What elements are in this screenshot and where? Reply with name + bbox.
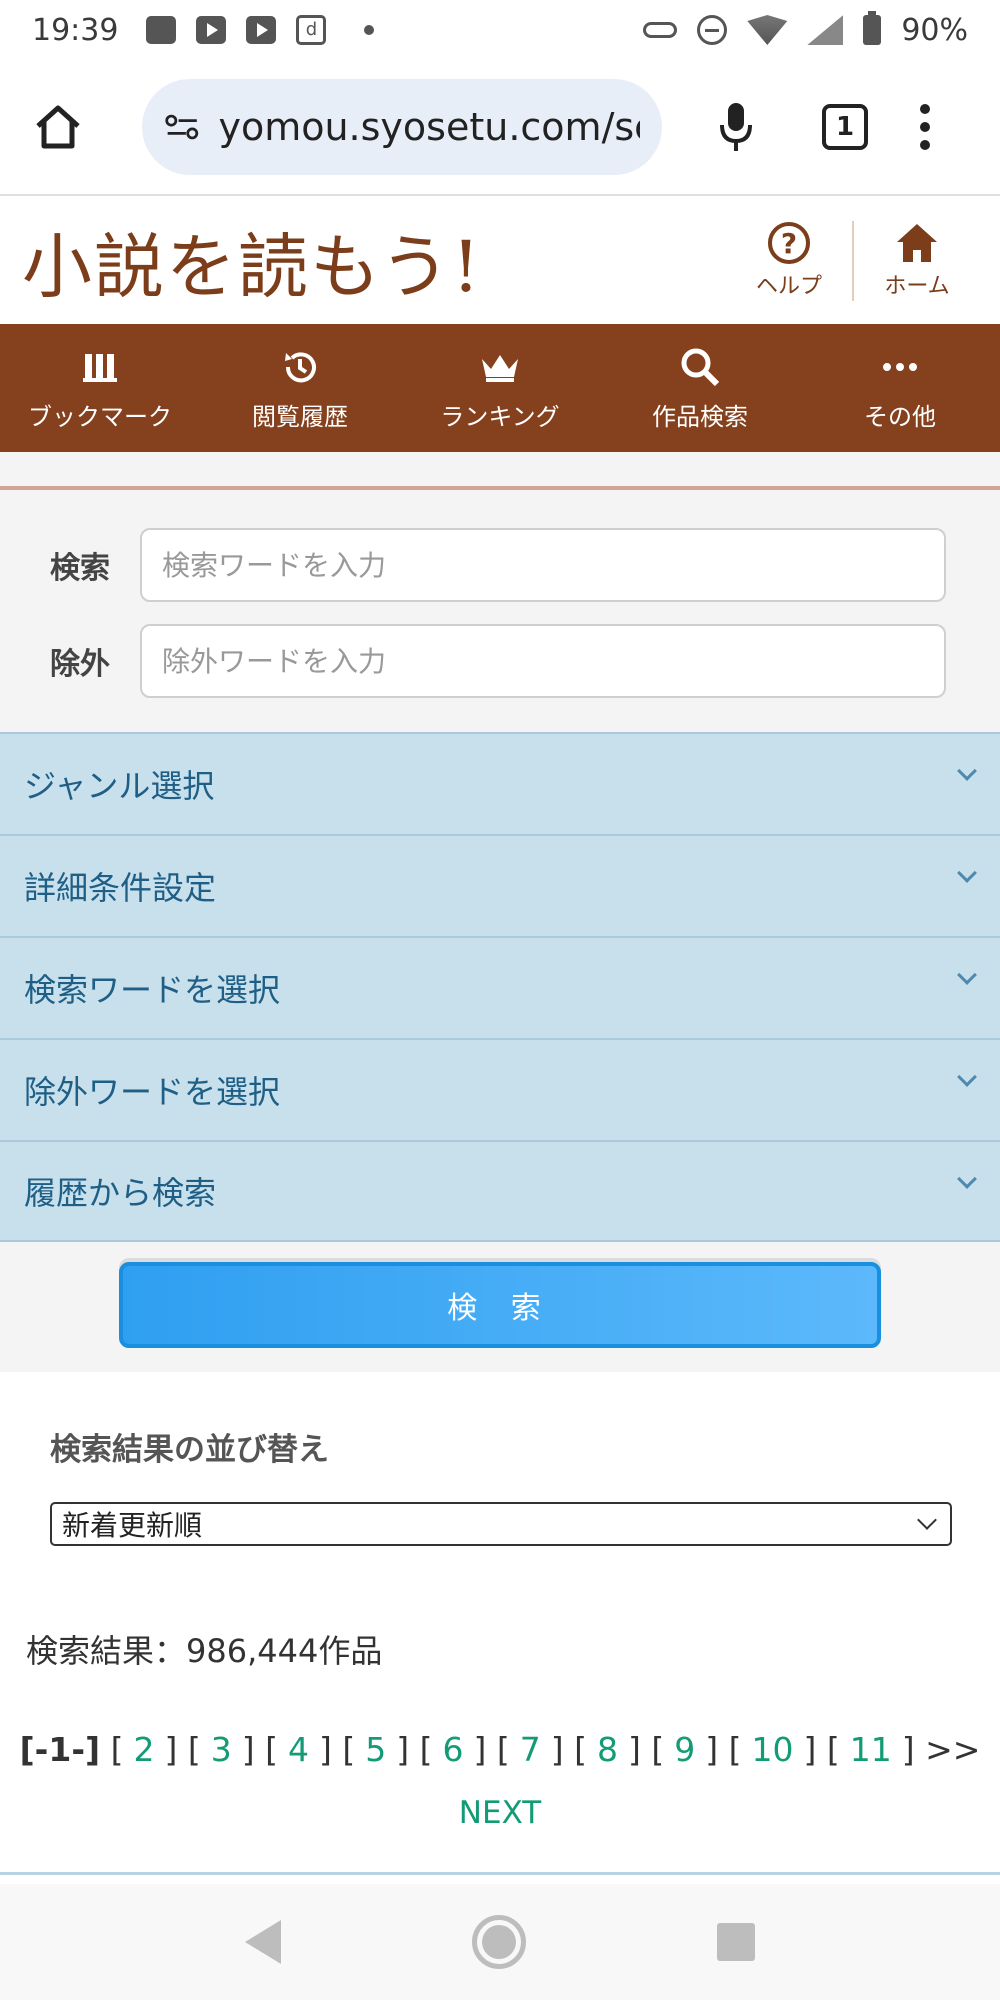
nav-label: ブックマーク <box>28 402 172 431</box>
keyword-row: 検索 <box>0 528 1000 602</box>
voice-search-button[interactable] <box>706 97 766 157</box>
search-form: 検索 除外 ジャンル選択 詳細条件設定 検索ワードを選択 除外ワードを選択 履歴… <box>0 452 1000 1372</box>
browser-home-button[interactable] <box>28 97 88 157</box>
recent-apps-icon[interactable] <box>716 1923 755 1961</box>
nav-ranking[interactable]: ランキング <box>400 324 600 452</box>
nav-history[interactable]: 閲覧履歴 <box>200 324 400 452</box>
chevron-down-icon <box>957 965 977 985</box>
page-link-5[interactable]: 5 <box>365 1730 386 1769</box>
battery-icon <box>863 11 882 45</box>
exclude-input[interactable] <box>140 624 946 698</box>
next-page-link[interactable]: NEXT <box>0 1795 1000 1831</box>
nav-bookmark[interactable]: ブックマーク <box>0 324 200 452</box>
keyword-label: 検索 <box>50 551 110 586</box>
search-submit-button[interactable]: 検 索 <box>119 1262 881 1348</box>
section-divider <box>0 452 1000 490</box>
more-pages-link[interactable]: >> <box>925 1730 980 1769</box>
bookshelf-icon <box>83 353 117 382</box>
photo-notification-icon <box>146 16 177 44</box>
pagination: [-1-] [2] [3] [4] [5] [6] [7] [8] [9] [1… <box>19 1730 981 1769</box>
nav-label: 閲覧履歴 <box>252 402 348 431</box>
search-icon <box>681 348 720 386</box>
back-icon[interactable] <box>245 1920 282 1964</box>
accordion-detail[interactable]: 詳細条件設定 <box>0 834 1000 936</box>
history-icon <box>285 351 316 382</box>
chevron-down-icon <box>917 1510 937 1530</box>
accordion-keyword-select[interactable]: 検索ワードを選択 <box>0 936 1000 1038</box>
main-nav: ブックマーク 閲覧履歴 ランキング 作品検索 その他 <box>0 324 1000 452</box>
system-nav-bar <box>0 1884 1000 2000</box>
home-icon <box>36 105 80 149</box>
battery-percent: 90% <box>901 12 968 48</box>
chevron-down-icon <box>957 1067 977 1087</box>
chevron-down-icon <box>957 863 977 883</box>
address-bar[interactable]: yomou.syosetu.com/sea <box>142 79 662 175</box>
sort-title: 検索結果の並び替え <box>50 1432 329 1468</box>
help-link[interactable]: ? ヘルプ <box>744 222 834 300</box>
accordion-history[interactable]: 履歴から検索 <box>0 1140 1000 1242</box>
header-divider <box>852 221 854 301</box>
more-icon <box>883 362 917 371</box>
nav-label: ランキング <box>440 402 560 431</box>
microphone-icon <box>720 103 752 151</box>
status-bar: 19:39 d 90% <box>0 0 1000 60</box>
tab-switcher-button[interactable]: 1 <box>822 104 868 150</box>
signal-icon <box>807 15 844 45</box>
page-link-3[interactable]: 3 <box>211 1730 232 1769</box>
page-link-2[interactable]: 2 <box>133 1730 154 1769</box>
nav-search[interactable]: 作品検索 <box>600 324 800 452</box>
wifi-icon <box>747 15 788 45</box>
exclude-row: 除外 <box>0 624 1000 698</box>
help-label: ヘルプ <box>755 274 822 299</box>
page-link-4[interactable]: 4 <box>288 1730 309 1769</box>
page-link-11[interactable]: 11 <box>850 1730 892 1769</box>
site-header: 小説を読もう! ? ヘルプ ホーム <box>0 198 1000 324</box>
home-icon <box>897 224 937 262</box>
accordion-list: ジャンル選択 詳細条件設定 検索ワードを選択 除外ワードを選択 履歴から検索 <box>0 732 1000 1242</box>
chevron-down-icon <box>957 761 977 781</box>
youtube-notification-icon <box>196 16 227 44</box>
do-not-disturb-icon <box>697 15 728 45</box>
page-link-10[interactable]: 10 <box>751 1730 793 1769</box>
chevron-down-icon <box>957 1169 977 1189</box>
home-link[interactable]: ホーム <box>872 222 962 300</box>
status-time: 19:39 <box>32 12 119 48</box>
vpn-key-icon <box>643 22 678 38</box>
sort-select[interactable]: 新着更新順 <box>50 1502 952 1546</box>
app-notification-icon: d <box>296 15 327 45</box>
sort-selected-value: 新着更新順 <box>62 1509 203 1542</box>
browser-toolbar: yomou.syosetu.com/sea 1 <box>0 60 1000 196</box>
result-count: 検索結果：986,444作品 <box>26 1632 383 1670</box>
page-link-6[interactable]: 6 <box>442 1730 463 1769</box>
page-link-8[interactable]: 8 <box>597 1730 618 1769</box>
youtube-notification-icon-2 <box>246 16 277 44</box>
keyword-input[interactable] <box>140 528 946 602</box>
nav-other[interactable]: その他 <box>800 324 1000 452</box>
browser-menu-icon[interactable] <box>920 104 930 150</box>
crown-icon <box>482 354 518 382</box>
site-logo[interactable]: 小説を読もう! <box>22 211 482 312</box>
home-label: ホーム <box>884 274 950 299</box>
more-notifications-icon <box>364 25 375 35</box>
page-link-9[interactable]: 9 <box>674 1730 695 1769</box>
accordion-genre[interactable]: ジャンル選択 <box>0 732 1000 834</box>
nav-label: その他 <box>864 402 936 431</box>
site-settings-icon[interactable] <box>164 112 200 142</box>
url-text: yomou.syosetu.com/sea <box>218 105 640 149</box>
page-link-7[interactable]: 7 <box>520 1730 541 1769</box>
nav-label: 作品検索 <box>652 402 748 431</box>
system-home-icon[interactable] <box>471 1915 526 1969</box>
accordion-exclude-select[interactable]: 除外ワードを選択 <box>0 1038 1000 1140</box>
exclude-label: 除外 <box>50 647 110 682</box>
help-icon: ? <box>768 222 810 264</box>
current-page: [-1-] <box>19 1730 101 1769</box>
bottom-divider <box>0 1872 1000 1875</box>
